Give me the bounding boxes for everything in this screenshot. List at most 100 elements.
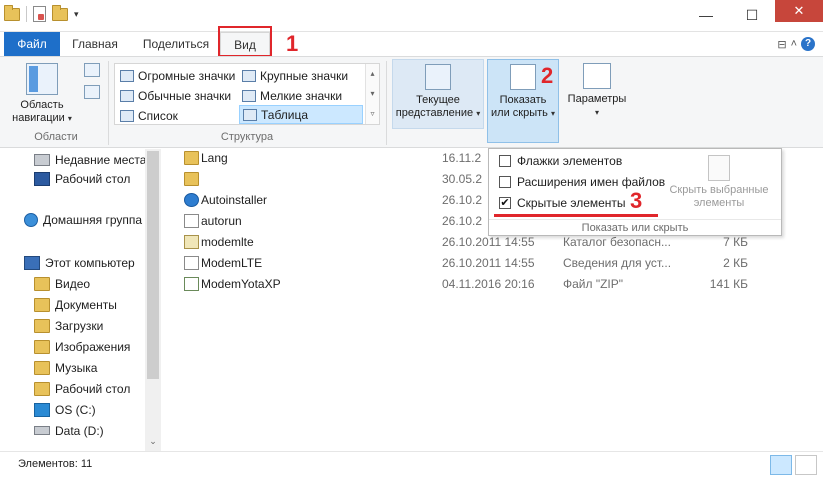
scroll-down-chevron-icon[interactable]: ⌄	[146, 434, 160, 448]
popup-group-label: Показать или скрыть	[489, 219, 781, 235]
item-checkboxes-option[interactable]: Флажки элементов	[499, 151, 622, 171]
folder-icon	[34, 318, 50, 333]
minimize-button[interactable]: —	[683, 0, 729, 30]
tab-file[interactable]: Файл	[4, 32, 60, 56]
hide-selected-items-button[interactable]: Скрыть выбранные элементы	[663, 155, 775, 210]
current-view-icon	[425, 64, 451, 90]
file-name: autorun	[201, 214, 242, 228]
file-date: 26.10.2011 14:55	[442, 235, 535, 249]
file-size: 2 КБ	[723, 256, 748, 270]
nav-item-desktop-folder[interactable]: Рабочий стол	[34, 378, 130, 399]
group-label-layout: Структура	[220, 131, 274, 143]
file-extensions-checkbox[interactable]	[499, 176, 511, 188]
options-button[interactable]: Параметры ▾	[562, 63, 632, 119]
nav-item-label: Изображения	[55, 339, 131, 354]
settings-file-icon	[184, 214, 199, 228]
nav-item-documents[interactable]: Документы	[34, 294, 117, 315]
nav-item-videos[interactable]: Видео	[34, 273, 90, 294]
layout-gallery-scroll[interactable]: ▴ ▾ ▿	[365, 64, 379, 124]
layout-item-label: Огромные значки	[138, 68, 236, 83]
pin-ribbon-icon[interactable]: ⊟	[777, 38, 786, 51]
layout-list[interactable]: Список	[117, 106, 239, 125]
annotation-box-view-tab	[218, 26, 272, 57]
tab-share[interactable]: Поделиться	[136, 32, 216, 56]
details-icon	[243, 108, 257, 121]
layout-large-icons[interactable]: Крупные значки	[239, 66, 361, 85]
maximize-button[interactable]: ☐	[729, 0, 775, 30]
customize-toolbar-chevron-icon[interactable]: ▾	[74, 9, 79, 20]
annotation-number-2: 2	[541, 63, 554, 88]
hidden-items-option[interactable]: ✔ Скрытые элементы	[499, 193, 626, 213]
collapse-ribbon-chevron-icon[interactable]: ˄	[791, 38, 797, 50]
file-date: 26.10.2	[442, 193, 483, 207]
file-size: 141 КБ	[709, 277, 748, 291]
group-separator	[386, 61, 387, 145]
current-view-label-2: представление	[395, 107, 474, 119]
hidden-items-checkbox[interactable]: ✔	[499, 197, 511, 209]
nav-item-downloads[interactable]: Загрузки	[34, 315, 103, 336]
nav-item-label: Документы	[55, 297, 117, 312]
computer-icon	[24, 255, 40, 270]
nav-item-label: Рабочий стол	[55, 381, 131, 396]
new-folder-icon[interactable]	[52, 4, 68, 21]
nav-item-drive-c[interactable]: OS (C:)	[34, 399, 96, 420]
ribbon-right-controls: ⊟ ˄ ?	[777, 37, 815, 51]
nav-item-label: Загрузки	[55, 318, 104, 333]
current-view-button[interactable]: Текущее представление ▾	[392, 59, 484, 129]
close-button[interactable]: ✕	[775, 0, 823, 22]
folder-icon	[34, 339, 50, 354]
details-pane-icon[interactable]	[84, 85, 100, 99]
folder-icon	[34, 297, 50, 312]
file-date: 26.10.2	[442, 214, 483, 228]
navigation-pane-scroll-thumb[interactable]	[147, 151, 159, 379]
nav-item-pictures[interactable]: Изображения	[34, 336, 130, 357]
file-name: Autoinstaller	[201, 193, 268, 207]
layout-item-label: Обычные значки	[138, 88, 232, 103]
file-name: modemlte	[201, 235, 254, 249]
item-checkboxes-checkbox[interactable]	[499, 155, 511, 167]
layout-medium-icons[interactable]: Обычные значки	[117, 86, 239, 105]
layout-small-icons[interactable]: Мелкие значки	[239, 86, 361, 105]
file-type: Каталог безопасн...	[563, 235, 671, 249]
hide-selected-label-2: элементы	[693, 197, 745, 209]
layout-details[interactable]: Таблица	[239, 105, 363, 124]
details-view-icon[interactable]	[770, 455, 792, 475]
nav-item-label: Рабочий стол	[55, 171, 131, 186]
option-label: Скрытые элементы	[517, 196, 626, 210]
file-date: 30.05.2	[442, 172, 483, 186]
current-view-label-1: Текущее	[416, 94, 460, 106]
windows-drive-icon	[34, 402, 50, 417]
option-label: Флажки элементов	[517, 154, 623, 168]
properties-icon[interactable]	[33, 6, 46, 22]
nav-item-desktop[interactable]: Рабочий стол	[34, 168, 130, 189]
tab-home[interactable]: Главная	[66, 32, 124, 56]
nav-item-this-pc[interactable]: Этот компьютер	[24, 252, 135, 273]
show-hide-icon	[510, 64, 536, 90]
status-bar: Элементов: 11	[0, 451, 823, 479]
file-date: 26.10.2011 14:55	[442, 256, 535, 270]
ribbon: Область навигации ▾ Области Огромные зна…	[0, 56, 823, 148]
nav-item-homegroup[interactable]: Домашняя группа	[24, 209, 142, 230]
navigation-pane-icon	[26, 63, 58, 95]
zip-file-icon	[184, 277, 199, 291]
preview-pane-icon[interactable]	[84, 63, 100, 77]
nav-item-music[interactable]: Музыка	[34, 357, 97, 378]
nav-item-label: Этот компьютер	[45, 255, 135, 270]
file-size: 7 КБ	[723, 235, 748, 249]
large-icons-view-icon[interactable]	[795, 455, 817, 475]
nav-item-recent-places[interactable]: Недавние места	[34, 149, 146, 170]
group-separator	[108, 61, 109, 145]
nav-item-label: Data (D:)	[55, 423, 104, 438]
medium-icons-icon	[120, 89, 134, 102]
layout-extra-large-icons[interactable]: Огромные значки	[117, 66, 239, 85]
nav-item-label: Домашняя группа	[43, 212, 143, 227]
dropdown-caret-icon: ▾	[594, 108, 599, 117]
navigation-pane: Недавние места Рабочий стол Домашняя гру…	[0, 149, 161, 451]
nav-item-drive-d[interactable]: Data (D:)	[34, 420, 104, 441]
folder-icon	[4, 4, 20, 21]
hide-selected-label-1: Скрыть выбранные	[669, 184, 769, 196]
hide-selected-icon	[708, 155, 730, 181]
navigation-pane-button[interactable]: Область навигации ▾	[10, 63, 74, 125]
help-icon[interactable]: ?	[801, 37, 815, 51]
window-controls: — ☐ ✕	[683, 0, 823, 30]
